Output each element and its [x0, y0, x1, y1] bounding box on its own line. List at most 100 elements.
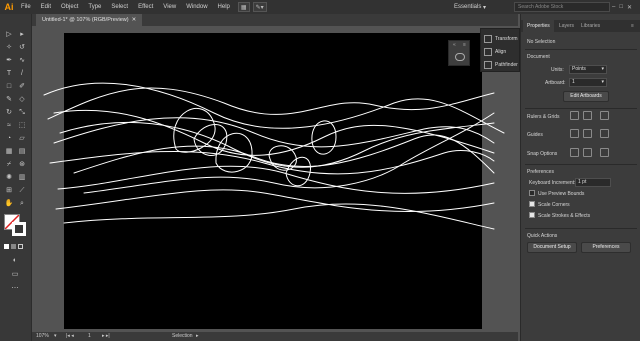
gradient-mode-icon[interactable]: [11, 244, 16, 249]
next-artboard-icon[interactable]: ▸ ▸|: [102, 332, 110, 341]
appearance-icon[interactable]: [455, 53, 465, 61]
hand-tool-icon[interactable]: ✋: [4, 199, 14, 209]
snap-options-title: Snap Options: [527, 151, 558, 157]
edit-artboards-button[interactable]: Edit Artboards: [563, 91, 609, 102]
divider: [525, 228, 637, 229]
status-mode[interactable]: Selection: [172, 332, 193, 341]
curvature-tool-icon[interactable]: ∿: [17, 56, 27, 66]
magic-wand-icon[interactable]: ✧: [4, 43, 14, 53]
wave-stroke: [55, 189, 495, 213]
pen-tool-icon[interactable]: ✒: [4, 56, 14, 66]
snap-to-pixel-icon[interactable]: [600, 148, 609, 157]
stroke-swatch[interactable]: [12, 222, 26, 236]
graph-tool-icon[interactable]: ▥: [17, 173, 27, 183]
edit-toolbar-icon[interactable]: ⋯: [10, 284, 20, 294]
menu-effect[interactable]: Effect: [133, 0, 158, 14]
tab-libraries[interactable]: Libraries: [577, 20, 604, 32]
type-tool-icon[interactable]: T: [4, 69, 14, 79]
prev-artboard-icon[interactable]: |◂ ◂: [66, 332, 74, 341]
lock-guides-icon[interactable]: [583, 129, 592, 138]
eyedropper-icon[interactable]: ⌿: [4, 160, 14, 170]
units-select[interactable]: Points ▾: [569, 65, 607, 74]
tab-properties[interactable]: Properties: [523, 20, 554, 32]
color-mode-icon[interactable]: [4, 244, 9, 249]
direct-selection-tool-icon[interactable]: ▸: [17, 30, 27, 40]
use-preview-bounds-checkbox[interactable]: [529, 190, 535, 196]
line-tool-icon[interactable]: /: [17, 69, 27, 79]
symbol-sprayer-icon[interactable]: ✺: [4, 173, 14, 183]
align-icon: [484, 48, 492, 56]
menu-help[interactable]: Help: [213, 0, 235, 14]
none-mode-icon[interactable]: [18, 244, 23, 249]
paintbrush-icon[interactable]: ✐: [17, 82, 27, 92]
snap-to-grid-icon[interactable]: [583, 148, 592, 157]
document-tab-title: Untitled-1* @ 107% (RGB/Preview): [42, 17, 129, 23]
document-tab[interactable]: Untitled-1* @ 107% (RGB/Preview) ✕: [36, 14, 143, 26]
brush-menu-icon[interactable]: ✎▾: [252, 2, 267, 12]
wave-stroke: [47, 87, 495, 120]
tab-layers[interactable]: Layers: [555, 20, 578, 32]
shape-builder-icon[interactable]: ◔: [4, 134, 14, 144]
close-tab-icon[interactable]: ✕: [130, 17, 137, 23]
gradient-tool-icon[interactable]: ▤: [17, 147, 27, 157]
workspace-switcher[interactable]: Essentials ▾: [454, 2, 486, 12]
menu-window[interactable]: Window: [181, 0, 212, 14]
slice-tool-icon[interactable]: ⟋: [17, 186, 27, 196]
artboard-tool-icon[interactable]: ⊞: [4, 186, 14, 196]
artboard[interactable]: [43, 33, 505, 329]
stock-search-input[interactable]: Search Adobe Stock: [514, 2, 610, 12]
show-guides-icon[interactable]: [570, 129, 579, 138]
shaper-tool-icon[interactable]: ✎: [4, 95, 14, 105]
screen-mode-icon[interactable]: ▭: [10, 270, 20, 280]
scale-tool-icon[interactable]: ⤡: [17, 108, 27, 118]
draw-mode-icon[interactable]: ◐: [10, 256, 20, 266]
panel-menu-icon[interactable]: ≡: [463, 42, 466, 48]
close-button[interactable]: ✕: [627, 4, 632, 11]
snap-to-point-icon[interactable]: [570, 148, 579, 157]
rotate-tool-icon[interactable]: ↻: [4, 108, 14, 118]
zoom-tool-icon[interactable]: ⌕: [17, 199, 27, 209]
smart-guides-icon[interactable]: [600, 129, 609, 138]
free-transform-icon[interactable]: ⬚: [17, 121, 27, 131]
chevron-down-icon[interactable]: ▾: [54, 332, 57, 341]
artboard-number[interactable]: 1: [88, 332, 91, 341]
scale-corners-label: Scale Corners: [538, 202, 570, 208]
divider: [525, 49, 637, 50]
blend-tool-icon[interactable]: ⊛: [17, 160, 27, 170]
menu-edit[interactable]: Edit: [36, 0, 56, 14]
menu-view[interactable]: View: [158, 0, 181, 14]
keyboard-increment-input[interactable]: 1 pt: [575, 178, 611, 187]
width-tool-icon[interactable]: ≈: [4, 121, 14, 131]
pathfinder-item[interactable]: Pathfinder: [481, 59, 521, 71]
preferences-button[interactable]: Preferences: [581, 242, 631, 253]
transparency-grid-icon[interactable]: [600, 111, 609, 120]
maximize-button[interactable]: □: [619, 4, 623, 10]
floating-panel: « ≡: [448, 40, 470, 66]
wave-stroke: [53, 109, 495, 156]
rulers-icon[interactable]: [570, 111, 579, 120]
artboard-select[interactable]: 1 ▾: [569, 78, 607, 87]
panel-menu-icon[interactable]: ≡: [631, 20, 634, 32]
lasso-icon[interactable]: ↺: [17, 43, 27, 53]
menu-file[interactable]: File: [16, 0, 36, 14]
menu-select[interactable]: Select: [106, 0, 133, 14]
menu-object[interactable]: Object: [56, 0, 83, 14]
minimize-button[interactable]: –: [612, 4, 615, 10]
menu-type[interactable]: Type: [83, 0, 106, 14]
scale-strokes-checkbox[interactable]: [529, 212, 535, 218]
transform-item[interactable]: Transform: [481, 33, 521, 45]
align-item[interactable]: Align: [481, 46, 521, 58]
chevron-right-icon[interactable]: ▸: [196, 332, 199, 341]
grid-icon[interactable]: [583, 111, 592, 120]
document-setup-button[interactable]: Document Setup: [527, 242, 577, 253]
arrange-documents-icon[interactable]: ▦: [237, 2, 250, 12]
eraser-icon[interactable]: ◇: [17, 95, 27, 105]
perspective-grid-icon[interactable]: ▱: [17, 134, 27, 144]
selection-tool-icon[interactable]: ▷: [4, 30, 14, 40]
rectangle-tool-icon[interactable]: □: [4, 82, 14, 92]
panel-collapse-icon[interactable]: «: [453, 42, 456, 48]
mesh-tool-icon[interactable]: ▦: [4, 147, 14, 157]
zoom-level[interactable]: 107%: [36, 332, 49, 341]
scale-corners-checkbox[interactable]: [529, 201, 535, 207]
artboard-label: Artboard:: [545, 80, 566, 86]
